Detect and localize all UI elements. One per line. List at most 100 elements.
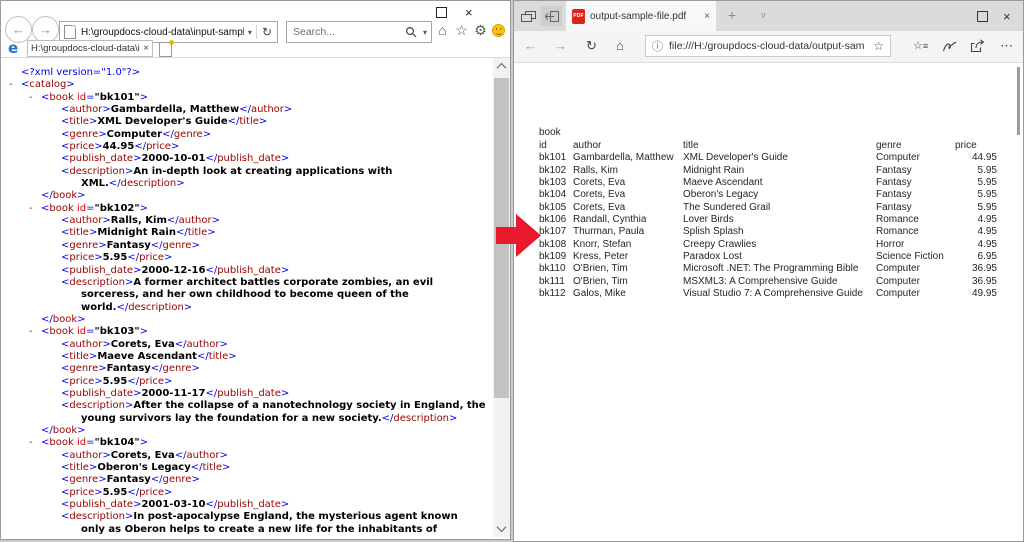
pdf-cell: Fantasy	[876, 177, 955, 189]
maximize-icon[interactable]	[977, 11, 988, 22]
collapse-toggle-icon[interactable]: -	[9, 79, 13, 91]
pdf-cell: bk109	[539, 251, 573, 263]
xml-line: -<book id="bk102">	[1, 203, 493, 215]
xml-line: <description>After the collapse of a nan…	[1, 400, 493, 412]
ink-pen-icon[interactable]	[942, 40, 959, 57]
page-icon	[64, 25, 76, 39]
red-arrow-annotation	[496, 213, 542, 258]
xml-line: <author>Gambardella, Matthew</author>	[1, 104, 493, 116]
collapse-toggle-icon[interactable]: -	[29, 92, 33, 104]
pdf-scrollbar-thumb[interactable]	[1017, 67, 1020, 135]
add-favorite-star-icon[interactable]: ☆	[873, 39, 884, 53]
favorites-star-icon[interactable]: ☆	[454, 22, 469, 38]
pdf-cell: Corets, Eva	[573, 202, 683, 214]
collapse-toggle-icon[interactable]: -	[29, 203, 33, 215]
pdf-cell: Science Fiction	[876, 251, 955, 263]
xml-line: </book>	[1, 425, 493, 437]
pdf-cell: Paradox Lost	[683, 251, 876, 263]
pdf-table-row: bk104Corets, EvaOberon's LegacyFantasy5.…	[539, 189, 997, 201]
forward-arrow-icon: →	[39, 22, 52, 37]
edge-titlebar: PDF output-sample-file.pdf × + ∨ ×	[514, 1, 1023, 31]
xml-line: <description>An in-depth look at creatin…	[1, 166, 493, 178]
tab-list-icon[interactable]: ∨	[760, 10, 767, 21]
pdf-cell: Computer	[876, 276, 955, 288]
tab-title: output-sample-file.pdf	[590, 11, 696, 22]
pdf-cell: bk107	[539, 226, 573, 238]
address-text[interactable]: H:\groupdocs-cloud-data\input-sample-fil	[81, 27, 244, 38]
info-icon[interactable]: ⓘ	[652, 38, 663, 54]
pdf-cell: Computer	[876, 288, 955, 300]
pdf-table: idauthortitlegenrepricebk101Gambardella,…	[539, 140, 997, 300]
new-tab-button[interactable]	[159, 42, 172, 57]
xml-line: XML.</description>	[1, 178, 493, 190]
scroll-up-button[interactable]	[493, 58, 510, 75]
forward-arrow-icon[interactable]: →	[554, 38, 567, 54]
back-arrow-icon[interactable]: ←	[524, 38, 537, 54]
pdf-cell: 5.95	[955, 177, 997, 189]
address-dropdown-icon[interactable]: ▾	[244, 28, 256, 37]
search-icon[interactable]	[404, 26, 419, 39]
refresh-icon[interactable]: ↻	[257, 25, 277, 39]
tab-output-sample-file[interactable]: PDF output-sample-file.pdf ×	[566, 1, 716, 31]
search-box[interactable]: ▾	[286, 21, 432, 43]
pdf-cell: Thurman, Paula	[573, 226, 683, 238]
close-icon[interactable]: ×	[465, 6, 473, 19]
edge-window-controls: ×	[962, 9, 1011, 23]
pdf-group-header: book	[539, 127, 561, 139]
pdf-cell: Romance	[876, 226, 955, 238]
tab-input-sample-file[interactable]: H:\groupdocs-cloud-data\i... ×	[27, 40, 153, 57]
xml-line: young survivors lay the foundation for a…	[1, 413, 493, 425]
pdf-cell: Galos, Mike	[573, 288, 683, 300]
edge-toolbar: ← → ↻ ⌂ ⓘ file:///H:/groupdocs-cloud-dat…	[514, 31, 1023, 63]
more-options-icon[interactable]: ⋯	[1000, 38, 1013, 54]
pdf-cell: price	[955, 140, 997, 152]
pdf-table-row: bk107Thurman, PaulaSplish SplashRomance4…	[539, 226, 997, 238]
settings-gear-icon[interactable]: ⚙	[473, 22, 488, 38]
pdf-cell: genre	[876, 140, 955, 152]
pdf-cell: Lover Birds	[683, 214, 876, 226]
scroll-down-button[interactable]	[493, 520, 510, 537]
collapse-toggle-icon[interactable]: -	[29, 437, 33, 449]
pdf-cell: 4.95	[955, 226, 997, 238]
address-text[interactable]: file:///H:/groupdocs-cloud-data/output-s…	[669, 40, 869, 52]
pdf-cell: 5.95	[955, 202, 997, 214]
collapse-toggle-icon[interactable]: -	[29, 326, 33, 338]
pdf-cell: 4.95	[955, 239, 997, 251]
pdf-table-row: bk102Ralls, KimMidnight RainFantasy5.95	[539, 165, 997, 177]
new-tab-icon[interactable]: +	[728, 7, 736, 23]
xml-line: -<book id="bk101">	[1, 92, 493, 104]
xml-line: sorceress, and her own childhood to beco…	[1, 289, 493, 301]
vertical-scrollbar[interactable]	[493, 58, 510, 537]
tab-title: H:\groupdocs-cloud-data\i...	[31, 43, 140, 54]
xml-line: world.</description>	[1, 302, 493, 314]
tab-close-icon[interactable]: ×	[143, 43, 149, 54]
refresh-icon[interactable]: ↻	[586, 38, 597, 54]
pdf-cell: XML Developer's Guide	[683, 152, 876, 164]
home-icon[interactable]: ⌂	[435, 22, 450, 38]
feedback-smiley-icon[interactable]	[492, 24, 505, 37]
tab-preview-icon[interactable]	[521, 10, 536, 28]
pdf-table-row: bk111O'Brien, TimMSXML3: A Comprehensive…	[539, 276, 997, 288]
tab-close-icon[interactable]: ×	[704, 11, 710, 22]
address-bar[interactable]: ⓘ file:///H:/groupdocs-cloud-data/output…	[645, 35, 891, 57]
xml-line: <author>Corets, Eva</author>	[1, 339, 493, 351]
search-dropdown-icon[interactable]: ▾	[419, 28, 431, 37]
pdf-cell: id	[539, 140, 573, 152]
share-icon[interactable]	[970, 39, 985, 57]
search-input[interactable]	[287, 26, 404, 38]
pdf-cell: O'Brien, Tim	[573, 263, 683, 275]
xml-line: </book>	[1, 190, 493, 202]
favorites-hub-icon[interactable]: ☆≡	[913, 39, 928, 52]
set-tabs-aside-icon[interactable]	[541, 6, 562, 26]
close-icon[interactable]: ×	[1003, 10, 1011, 23]
pdf-cell: 4.95	[955, 214, 997, 226]
pdf-cell: bk102	[539, 165, 573, 177]
pdf-table-header: idauthortitlegenreprice	[539, 140, 997, 152]
xml-line: only as Oberon helps to create a new lif…	[1, 524, 493, 536]
pdf-cell: Knorr, Stefan	[573, 239, 683, 251]
forward-button[interactable]: →	[32, 16, 59, 43]
home-icon[interactable]: ⌂	[616, 38, 624, 54]
pdf-cell: bk101	[539, 152, 573, 164]
pdf-table-row: bk101Gambardella, MatthewXML Developer's…	[539, 152, 997, 164]
maximize-icon[interactable]	[436, 7, 447, 18]
